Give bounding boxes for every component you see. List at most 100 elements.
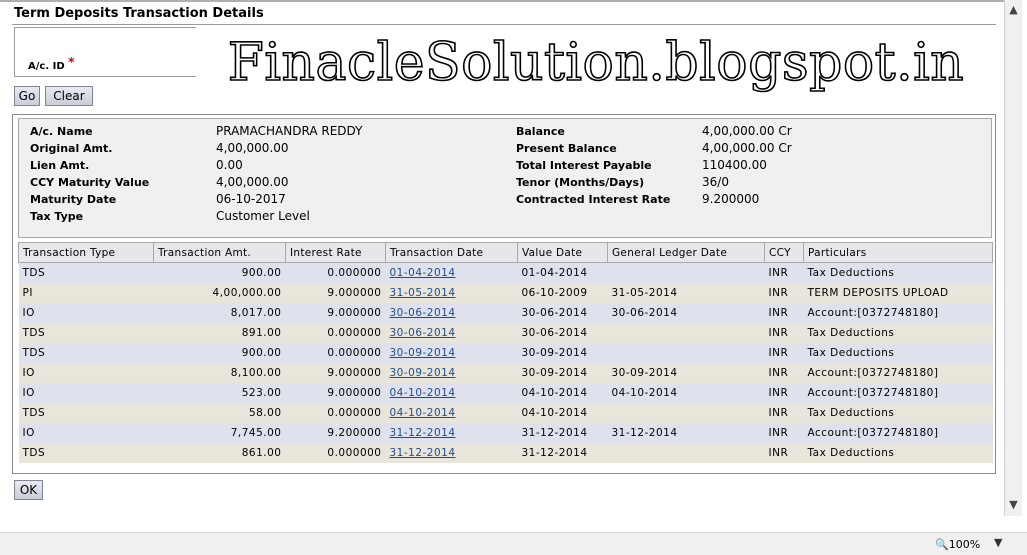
column-header[interactable]: Particulars	[803, 242, 993, 263]
summary-label: Contracted Interest Rate	[516, 193, 671, 206]
table-cell: 04-10-2014	[607, 383, 765, 403]
transaction-date-link[interactable]: 04-10-2014	[390, 407, 456, 419]
summary-value: 0.00	[216, 158, 243, 172]
scroll-up-icon[interactable]: ▲	[1005, 3, 1022, 16]
summary-value: 36/0	[702, 175, 729, 189]
summary-label: Original Amt.	[30, 142, 113, 155]
table-cell: Tax Deductions	[803, 262, 993, 283]
table-cell: 31-12-2014	[385, 443, 518, 463]
watermark-banner: FinacleSolution.blogspot.in	[196, 26, 996, 100]
table-cell	[607, 403, 765, 423]
summary-value: 4,00,000.00 Cr	[702, 124, 792, 138]
zoom-control[interactable]: 🔍100%	[935, 538, 980, 551]
table-row[interactable]: TDS 58.00 0.000000 04-10-2014 04-10-2014 INR T…	[18, 403, 993, 423]
summary-value: Customer Level	[216, 209, 310, 223]
table-cell: 4,00,000.00	[153, 283, 286, 303]
column-header[interactable]: Transaction Amt.	[153, 242, 286, 263]
table-cell: 31-12-2014	[385, 423, 518, 443]
transaction-date-link[interactable]: 30-09-2014	[390, 367, 456, 379]
transaction-date-link[interactable]: 30-09-2014	[390, 347, 456, 359]
column-header[interactable]: Transaction Type	[18, 242, 154, 263]
required-indicator: *	[68, 55, 75, 69]
table-cell: 31-05-2014	[607, 283, 765, 303]
table-cell: Tax Deductions	[803, 443, 993, 463]
table-row[interactable]: TDS 891.00 0.000000 30-06-2014 30-06-2014 INR…	[18, 323, 993, 343]
transaction-date-link[interactable]: 04-10-2014	[390, 387, 456, 399]
column-header[interactable]: Value Date	[517, 242, 608, 263]
table-cell: 9.200000	[285, 423, 386, 443]
account-id-label-text: A/c. ID	[28, 61, 65, 72]
go-button[interactable]: Go	[14, 86, 40, 106]
table-cell: 04-10-2014	[385, 383, 518, 403]
vertical-scrollbar[interactable]: ▲ ▼	[1004, 0, 1022, 516]
table-cell: INR	[764, 262, 804, 283]
table-cell: INR	[764, 343, 804, 363]
summary-label: CCY Maturity Value	[30, 176, 150, 189]
table-row[interactable]: IO 523.00 9.000000 04-10-2014 04-10-2014 04-1…	[18, 383, 993, 403]
table-cell: 523.00	[153, 383, 286, 403]
table-row[interactable]: TDS 900.00 0.000000 01-04-2014 01-04-2014 INR…	[18, 262, 993, 283]
column-header[interactable]: Transaction Date	[385, 242, 518, 263]
clear-button[interactable]: Clear	[45, 86, 93, 106]
table-cell: INR	[764, 323, 804, 343]
table-row[interactable]: TDS 861.00 0.000000 31-12-2014 31-12-2014 INR…	[18, 443, 993, 463]
table-cell: 04-10-2014	[517, 403, 608, 423]
summary-value: 4,00,000.00	[216, 141, 289, 155]
transaction-date-link[interactable]: 01-04-2014	[390, 267, 456, 279]
transaction-date-link[interactable]: 30-06-2014	[390, 307, 456, 319]
table-cell: INR	[764, 363, 804, 383]
table-cell: 31-12-2014	[607, 423, 765, 443]
table-cell: 58.00	[153, 403, 286, 423]
table-cell: 04-10-2014	[385, 403, 518, 423]
table-cell: 0.000000	[285, 262, 386, 283]
transaction-date-link[interactable]: 31-05-2014	[390, 287, 456, 299]
column-header[interactable]: CCY	[764, 242, 804, 263]
summary-label: Tenor (Months/Days)	[516, 176, 645, 189]
summary-label: A/c. Name	[30, 125, 93, 138]
table-header-row: Transaction Type Transaction Amt. Interest…	[18, 242, 993, 263]
table-cell: IO	[18, 363, 154, 383]
table-cell: Account:[0372748180]	[803, 303, 993, 323]
column-header[interactable]: General Ledger Date	[607, 242, 765, 263]
transaction-date-link[interactable]: 31-12-2014	[390, 427, 456, 439]
column-header[interactable]: Interest Rate	[285, 242, 386, 263]
table-cell: TDS	[18, 343, 154, 363]
table-cell: 900.00	[153, 343, 286, 363]
table-cell: 9.000000	[285, 383, 386, 403]
top-border	[0, 0, 1004, 2]
transaction-date-link[interactable]: 30-06-2014	[390, 327, 456, 339]
ok-button[interactable]: OK	[14, 480, 43, 500]
table-cell: INR	[764, 303, 804, 323]
table-cell: 9.000000	[285, 283, 386, 303]
table-row[interactable]: TDS 900.00 0.000000 30-09-2014 30-09-2014 INR…	[18, 343, 993, 363]
chevron-down-icon[interactable]: ▼	[994, 536, 1002, 549]
table-row[interactable]: PI 4,00,000.00 9.000000 31-05-2014 06-10-200…	[18, 283, 993, 303]
watermark-text: FinacleSolution.blogspot.in	[227, 32, 965, 94]
table-cell: INR	[764, 423, 804, 443]
table-cell: 31-12-2014	[517, 443, 608, 463]
table-cell: 9.000000	[285, 303, 386, 323]
summary-label: Total Interest Payable	[516, 159, 652, 172]
table-row[interactable]: IO 8,100.00 9.000000 30-09-2014 30-09-2014 30…	[18, 363, 993, 383]
status-bar	[0, 532, 1027, 555]
table-cell	[607, 443, 765, 463]
table-cell: 31-05-2014	[385, 283, 518, 303]
table-cell: TDS	[18, 403, 154, 423]
table-cell: Tax Deductions	[803, 323, 993, 343]
table-cell: INR	[764, 383, 804, 403]
table-cell: 7,745.00	[153, 423, 286, 443]
title-divider	[12, 24, 996, 25]
table-cell: 0.000000	[285, 403, 386, 423]
table-cell: TDS	[18, 323, 154, 343]
scroll-down-icon[interactable]: ▼	[1005, 498, 1022, 511]
table-row[interactable]: IO 8,017.00 9.000000 30-06-2014 30-06-2014 30…	[18, 303, 993, 323]
table-cell	[607, 343, 765, 363]
table-cell: 31-12-2014	[517, 423, 608, 443]
table-cell: 8,100.00	[153, 363, 286, 383]
table-row[interactable]: IO 7,745.00 9.200000 31-12-2014 31-12-2014 31…	[18, 423, 993, 443]
summary-value: 4,00,000.00 Cr	[702, 141, 792, 155]
table-cell: 861.00	[153, 443, 286, 463]
table-cell: 30-09-2014	[517, 363, 608, 383]
table-cell: 04-10-2014	[517, 383, 608, 403]
transaction-date-link[interactable]: 31-12-2014	[390, 447, 456, 459]
